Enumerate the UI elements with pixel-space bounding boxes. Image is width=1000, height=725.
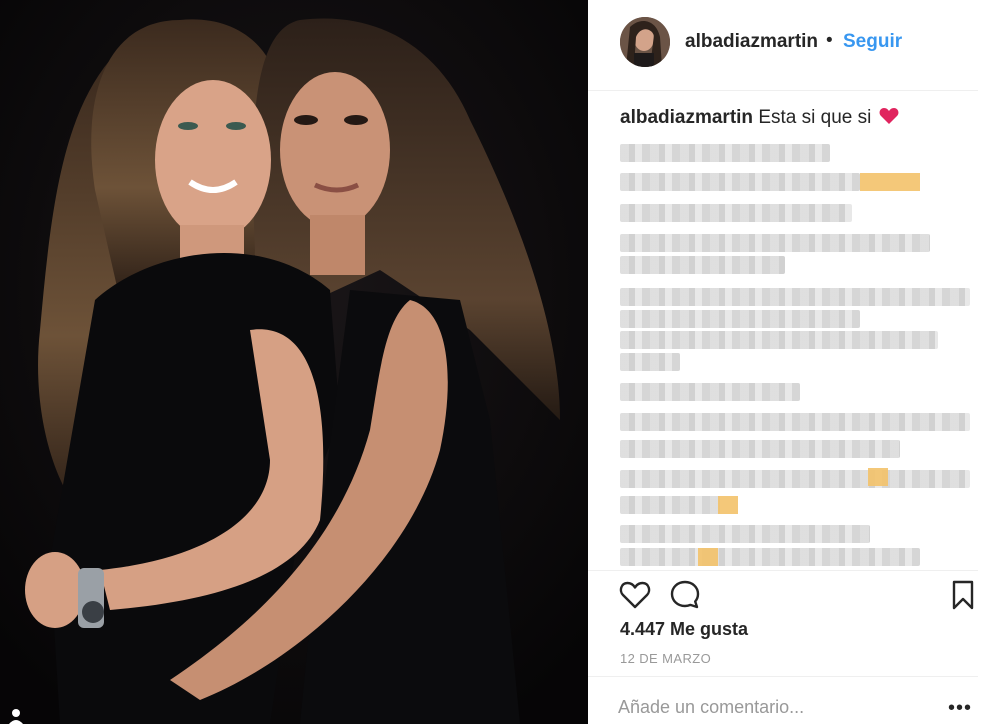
avatar[interactable]: [620, 17, 670, 67]
blurred-comment-line: [620, 144, 830, 162]
blurred-comment-line: [620, 383, 800, 401]
speech-bubble-icon[interactable]: [668, 579, 702, 613]
caption-username[interactable]: albadiazmartin: [620, 107, 753, 128]
post-photo[interactable]: [0, 0, 588, 724]
blurred-comment-line: [620, 173, 860, 191]
blurred-comment-line: [620, 310, 860, 328]
blurred-comment-line: [620, 288, 970, 306]
blurred-comment-line: [620, 331, 938, 349]
red-heart-icon: [879, 107, 899, 131]
photo-illustration: [0, 0, 588, 724]
blurred-comment-line: [620, 353, 680, 371]
comment-bar: •••: [588, 676, 978, 725]
blurred-comment-line: [620, 525, 870, 543]
post-actions: [588, 570, 978, 611]
username-link[interactable]: albadiazmartin: [685, 31, 818, 53]
follow-button[interactable]: Seguir: [843, 31, 902, 53]
blurred-comment-line: [620, 548, 920, 566]
blurred-comment-line: [620, 204, 852, 222]
bookmark-icon[interactable]: [946, 579, 980, 613]
blurred-comment-line: [620, 496, 720, 514]
more-options-button[interactable]: •••: [948, 697, 972, 720]
caption: albadiazmartin Esta si que si: [620, 107, 899, 131]
blurred-comment-line: [620, 256, 785, 274]
blurred-comment-line: [620, 440, 900, 458]
blurred-comment-line: [620, 470, 970, 488]
blurred-emoji: [718, 496, 738, 514]
comment-input[interactable]: [618, 694, 928, 720]
blurred-emoji: [698, 548, 718, 566]
like-count[interactable]: 4.447 Me gusta: [620, 619, 748, 640]
post-date[interactable]: 12 DE MARZO: [620, 651, 711, 666]
post-side-panel: albadiazmartin • Seguir albadiazmartin E…: [588, 0, 1000, 724]
separator-dot: •: [826, 30, 833, 51]
blurred-comment-line: [620, 234, 930, 252]
blurred-emoji: [868, 468, 888, 486]
blurred-comment-line: [620, 413, 970, 431]
post-header: albadiazmartin • Seguir: [588, 0, 978, 91]
blurred-comments: [618, 140, 978, 570]
caption-text: Esta si que si: [758, 107, 872, 128]
blurred-emoji: [860, 173, 920, 191]
heart-outline-icon[interactable]: [618, 579, 652, 613]
